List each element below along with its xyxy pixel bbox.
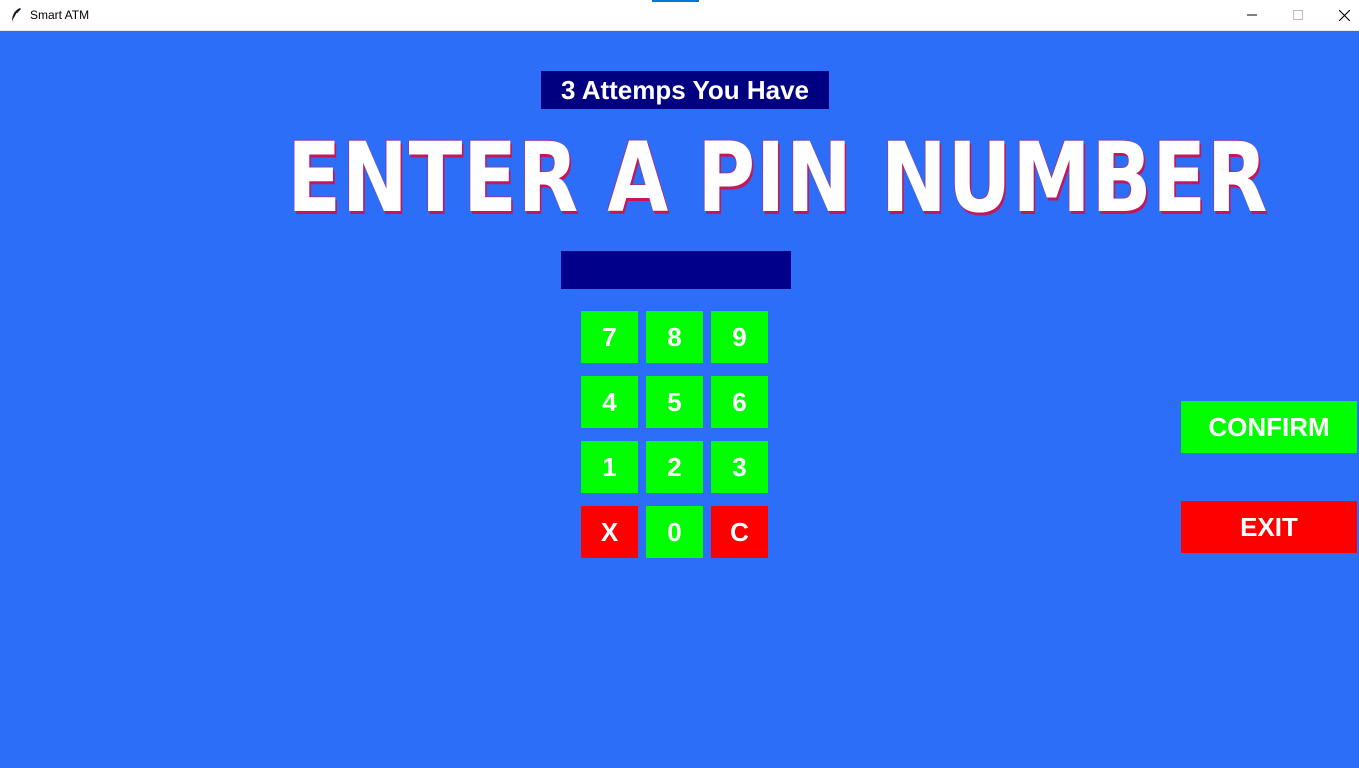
page-heading: ENTER A PIN NUMBER bbox=[287, 122, 1269, 234]
confirm-button[interactable]: CONFIRM bbox=[1181, 401, 1357, 453]
attempts-label: 3 Attemps You Have bbox=[541, 71, 829, 109]
pin-input[interactable] bbox=[561, 251, 791, 289]
maximize-icon bbox=[1293, 10, 1303, 20]
key-4[interactable]: 4 bbox=[581, 376, 638, 428]
key-0[interactable]: 0 bbox=[646, 506, 703, 558]
key-6[interactable]: 6 bbox=[711, 376, 768, 428]
key-cancel-x[interactable]: X bbox=[581, 506, 638, 558]
close-button[interactable] bbox=[1321, 0, 1359, 30]
atm-window: Smart ATM 3 Attemps You Have ENTER A PIN… bbox=[0, 0, 1359, 768]
close-icon bbox=[1338, 9, 1350, 21]
key-2[interactable]: 2 bbox=[646, 441, 703, 493]
key-3[interactable]: 3 bbox=[711, 441, 768, 493]
title-bar: Smart ATM bbox=[0, 0, 1359, 31]
key-9[interactable]: 9 bbox=[711, 311, 768, 363]
key-clear-c[interactable]: C bbox=[711, 506, 768, 558]
title-accent bbox=[652, 0, 699, 2]
minimize-button[interactable] bbox=[1229, 0, 1275, 30]
window-title: Smart ATM bbox=[30, 8, 90, 22]
maximize-button[interactable] bbox=[1275, 0, 1321, 30]
exit-button[interactable]: EXIT bbox=[1181, 501, 1357, 553]
key-7[interactable]: 7 bbox=[581, 311, 638, 363]
key-5[interactable]: 5 bbox=[646, 376, 703, 428]
minimize-icon bbox=[1247, 14, 1257, 16]
feather-icon bbox=[9, 7, 23, 23]
key-1[interactable]: 1 bbox=[581, 441, 638, 493]
key-8[interactable]: 8 bbox=[646, 311, 703, 363]
